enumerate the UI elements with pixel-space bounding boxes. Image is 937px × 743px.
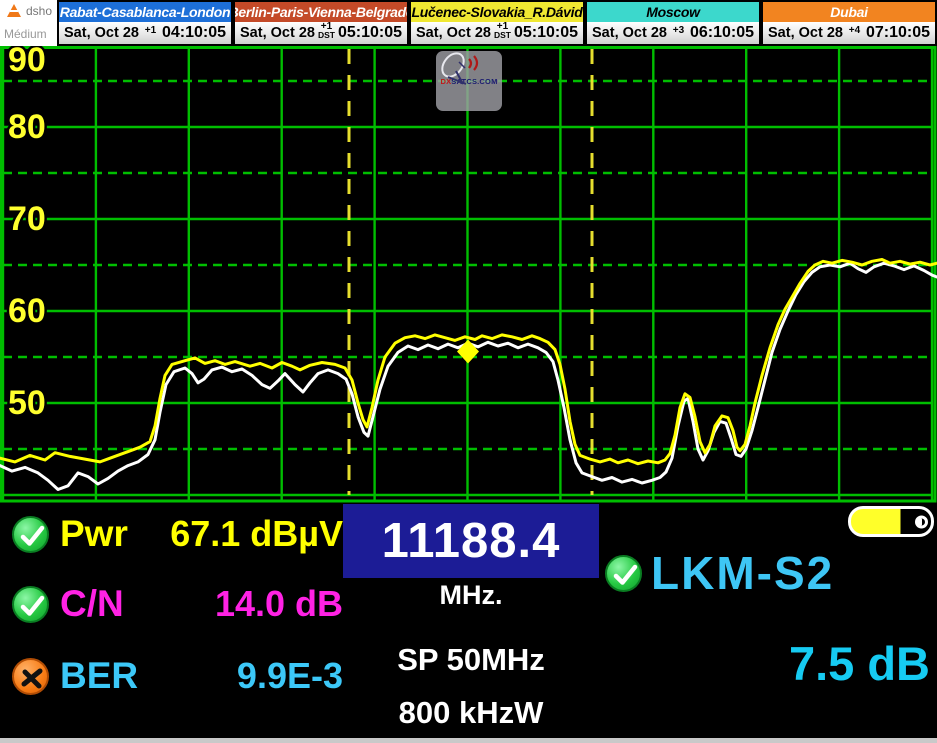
clock-date: Sat, Oct 28 — [64, 25, 139, 41]
clock-panel[interactable]: Rabat-Casablanca-London Sat, Oct 28 +1 0… — [57, 0, 233, 46]
media-label: Médium — [4, 27, 47, 41]
clock-dst-flag: DST — [318, 32, 335, 39]
clock-time-row: Sat, Oct 28 +1 DST 05:10:05 — [411, 22, 583, 44]
pwr-value: 67.1 dBµV — [140, 513, 343, 555]
bandwidth-setting: 800 kHzW — [343, 695, 599, 731]
clock-time-row: Sat, Oct 28 +4 07:10:05 — [763, 22, 935, 44]
clock-city-label: Lučenec-Slovakia_R.Dávid — [412, 4, 583, 20]
clock-panel[interactable]: Dubai Sat, Oct 28 +4 07:10:05 — [761, 0, 937, 46]
clock-panel[interactable]: Lučenec-Slovakia_R.Dávid Sat, Oct 28 +1 … — [409, 0, 585, 46]
spectrum-chart: 90 80 70 60 50 DXSATCS.COM — [0, 46, 937, 503]
clock-date: Sat, Oct 28 — [592, 25, 667, 41]
y-axis-tick-label: 80 — [8, 108, 46, 146]
ber-label: BER — [60, 655, 138, 697]
app-title: dsho — [26, 4, 52, 18]
ber-x-icon — [12, 658, 49, 695]
signal-meter-screen: dsho Médium Rabat-Casablanca-London Sat,… — [0, 0, 937, 743]
clock-time: 06:10:05 — [690, 24, 754, 42]
clock-panels: Rabat-Casablanca-London Sat, Oct 28 +1 0… — [57, 0, 937, 46]
spectrum-plot: 90 80 70 60 50 — [0, 46, 937, 503]
cn-value: 14.0 dB — [140, 583, 343, 625]
clock-utc-offset: +1 — [145, 27, 156, 36]
clock-time-row: Sat, Oct 28 +3 06:10:05 — [587, 22, 759, 44]
standard-check-icon — [605, 555, 642, 592]
y-axis-tick-label: 70 — [8, 200, 46, 238]
link-margin-value: 7.5 dB — [690, 636, 930, 691]
clock-time: 05:10:05 — [338, 24, 402, 42]
battery-icon — [848, 506, 934, 537]
clock-city-label: Dubai — [830, 4, 867, 20]
y-axis-tick-label: 90 — [8, 46, 46, 79]
clock-panel[interactable]: Berlin-Paris-Vienna-Belgrade Sat, Oct 28… — [233, 0, 409, 46]
clock-city-header: Rabat-Casablanca-London — [59, 2, 231, 22]
modulation-standard: LKM-S2 — [651, 546, 834, 600]
clock-date: Sat, Oct 28 — [240, 25, 315, 41]
bottom-border-strip — [0, 738, 937, 743]
measurement-panel: Pwr 67.1 dBµV C/N 14.0 dB BER 9.9E-3 111… — [0, 503, 937, 738]
pwr-label: Pwr — [60, 513, 128, 555]
clock-utc-offset: +4 — [849, 27, 860, 36]
clock-time: 05:10:05 — [514, 24, 578, 42]
y-axis-tick-label: 50 — [8, 384, 46, 422]
clock-city-label: Moscow — [646, 4, 699, 20]
ber-value: 9.9E-3 — [140, 655, 343, 697]
y-axis-tick-label: 60 — [8, 292, 46, 330]
clock-city-header: Berlin-Paris-Vienna-Belgrade — [235, 2, 407, 22]
clock-time: 04:10:05 — [162, 24, 226, 42]
cn-label: C/N — [60, 583, 124, 625]
pwr-check-icon — [12, 516, 49, 553]
clock-city-label: Rabat-Casablanca-London — [60, 4, 230, 20]
clock-date: Sat, Oct 28 — [768, 25, 843, 41]
world-clock-bar: dsho Médium Rabat-Casablanca-London Sat,… — [0, 0, 937, 46]
satellite-dish-icon — [436, 51, 480, 87]
clock-city-label: Berlin-Paris-Vienna-Belgrade — [235, 4, 407, 20]
clock-utc-offset: +1 DST — [318, 23, 335, 39]
span-setting: SP 50MHz — [343, 642, 599, 678]
clock-time-row: Sat, Oct 28 +1 DST 05:10:05 — [235, 22, 407, 44]
frequency-unit: MHz. — [343, 580, 599, 611]
clock-time: 07:10:05 — [866, 24, 930, 42]
clock-dst-flag: DST — [494, 32, 511, 39]
clock-city-header: Dubai — [763, 2, 935, 22]
media-player-corner: dsho Médium — [0, 0, 57, 46]
cn-check-icon — [12, 586, 49, 623]
clock-panel[interactable]: Moscow Sat, Oct 28 +3 06:10:05 — [585, 0, 761, 46]
clock-city-header: Moscow — [587, 2, 759, 22]
frequency-value: 11188.4 — [382, 513, 561, 569]
clock-time-row: Sat, Oct 28 +1 04:10:05 — [59, 22, 231, 44]
clock-date: Sat, Oct 28 — [416, 25, 491, 41]
dxsatcs-watermark: DXSATCS.COM — [436, 51, 502, 111]
clock-utc-offset: +1 DST — [494, 23, 511, 39]
vlc-cone-icon — [7, 4, 21, 17]
clock-city-header: Lučenec-Slovakia_R.Dávid — [411, 2, 583, 22]
frequency-display: 11188.4 — [343, 504, 599, 578]
clock-utc-offset: +3 — [673, 27, 684, 36]
